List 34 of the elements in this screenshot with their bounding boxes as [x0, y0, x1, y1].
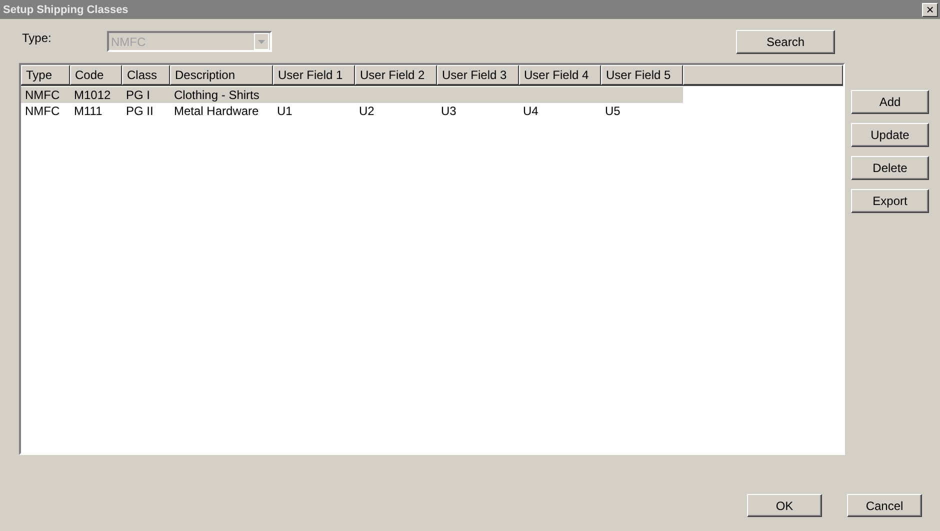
action-button[interactable]: Update	[851, 123, 929, 147]
close-button[interactable]: ×	[922, 2, 938, 16]
table-cell: M1012	[74, 88, 111, 102]
window-title: Setup Shipping Classes	[3, 4, 128, 16]
action-button[interactable]: Add	[851, 90, 929, 114]
search-button[interactable]: Search	[736, 30, 835, 54]
table-cell: NMFC	[25, 88, 60, 102]
table-cell: PG I	[126, 88, 150, 102]
action-button[interactable]: Export	[851, 189, 929, 213]
table-cell: U2	[359, 104, 374, 118]
column-header[interactable]: Class	[122, 65, 170, 85]
table-cell: U3	[441, 104, 456, 118]
column-header[interactable]: Code	[70, 65, 122, 85]
dialog-button[interactable]: Cancel	[847, 494, 922, 517]
table-cell: PG II	[126, 104, 154, 118]
dialog-button[interactable]: OK	[747, 494, 822, 517]
column-header[interactable]: User Field 4	[519, 65, 601, 85]
table-cell: Metal Hardware	[174, 104, 259, 118]
table-cell: U1	[277, 104, 292, 118]
table-cell: U4	[523, 104, 538, 118]
type-label: Type:	[22, 31, 52, 45]
table-row[interactable]: NMFC M1012 PG I Clothing - Shirts	[21, 87, 683, 103]
column-header[interactable]: User Field 2	[355, 65, 437, 85]
table-cell: U5	[605, 104, 620, 118]
action-button[interactable]: Delete	[851, 156, 929, 180]
table-cell: NMFC	[25, 104, 60, 118]
table-row[interactable]: NMFC M111 PG II Metal Hardware U1 U2 U3 U4 U5	[21, 103, 683, 119]
column-header[interactable]: User Field 5	[601, 65, 683, 85]
table-cell: M111	[74, 104, 102, 118]
column-header[interactable]: User Field 1	[273, 65, 355, 85]
column-header[interactable]: Description	[170, 65, 273, 85]
table-cell: Clothing - Shirts	[174, 88, 260, 102]
column-header[interactable]: User Field 3	[437, 65, 519, 85]
column-header[interactable]: Type	[21, 65, 70, 85]
